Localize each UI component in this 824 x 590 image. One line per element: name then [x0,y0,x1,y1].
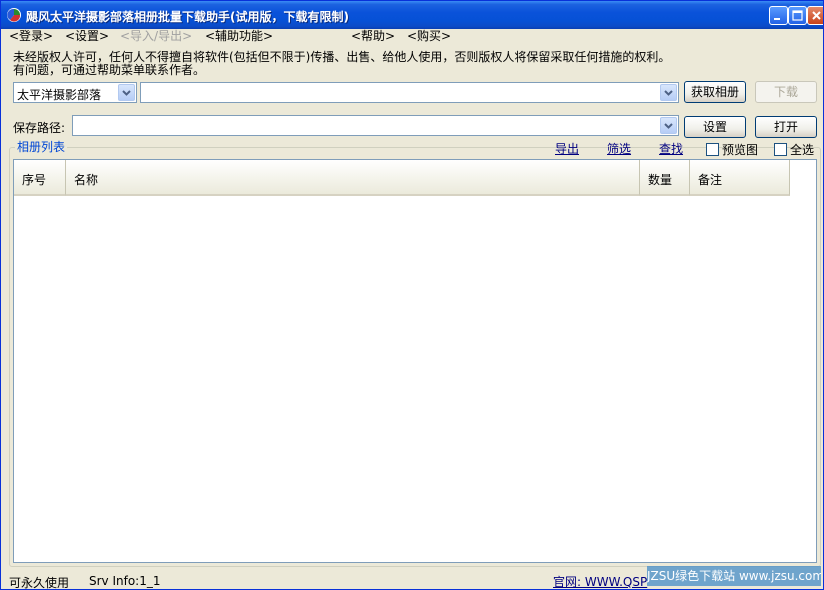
source-site-select[interactable]: 太平洋摄影部落 [13,82,137,103]
column-header-count[interactable]: 数量 [640,160,690,196]
help-notice: 有问题，可通过帮助菜单联系作者。 [13,63,206,77]
chevron-down-icon [664,90,673,96]
fetch-albums-button[interactable]: 获取相册 [684,81,746,103]
save-path-combo[interactable] [72,115,679,136]
maximize-button[interactable] [788,6,807,25]
menu-settings[interactable]: <设置> [65,29,109,43]
menu-login[interactable]: <登录> [9,29,53,43]
menu-import-export[interactable]: <导入/导出> [120,29,192,43]
column-header-index[interactable]: 序号 [14,160,66,196]
minimize-icon [774,18,780,20]
license-status: 可永久使用 [9,576,70,590]
title-bar[interactable]: 飓风太平洋摄影部落相册批量下载助手(试用版，下载有限制) [1,1,823,29]
maximize-icon [792,10,803,21]
close-icon [812,11,821,20]
find-link[interactable]: 查找 [659,140,683,157]
app-window: 飓风太平洋摄影部落相册批量下载助手(试用版，下载有限制) <登录> <设置> <… [0,0,824,590]
select-all-checkbox[interactable]: 全选 [774,141,814,158]
column-header-remark[interactable]: 备注 [690,160,790,196]
preview-checkbox-label: 预览图 [722,143,759,157]
album-url-dropdown-button[interactable] [660,84,677,101]
close-button[interactable] [807,6,823,25]
site-watermark: JZSU绿色下载站 www.jzsu.com [647,566,821,586]
save-path-dropdown-button[interactable] [660,117,677,134]
album-list-header: 序号 名称 数量 备注 [14,160,790,196]
open-folder-button[interactable]: 打开 [755,116,817,138]
minimize-button[interactable] [769,6,788,25]
select-all-checkbox-label: 全选 [790,143,815,157]
album-list-view[interactable]: 序号 名称 数量 备注 [13,159,817,563]
menu-bar: <登录> <设置> <导入/导出> <辅助功能> <帮助> <购买> [1,29,823,47]
filter-link[interactable]: 筛选 [607,140,631,157]
export-link[interactable]: 导出 [555,140,579,157]
source-site-dropdown-button[interactable] [118,84,135,101]
set-path-button[interactable]: 设置 [684,116,746,138]
column-header-name[interactable]: 名称 [66,160,640,196]
menu-tools[interactable]: <辅助功能> [205,29,273,43]
server-info: Srv Info:1_1 [89,574,161,588]
website-link[interactable]: 官网: WWW.QSP [553,573,647,589]
save-path-label: 保存路径: [13,121,66,135]
preview-checkbox-box[interactable] [706,143,719,156]
app-icon [7,8,21,22]
chevron-down-icon [122,90,131,96]
chevron-down-icon [664,123,673,129]
album-list-title: 相册列表 [15,138,68,155]
window-title: 飓风太平洋摄影部落相册批量下载助手(试用版，下载有限制) [26,10,349,24]
download-button[interactable]: 下载 [755,81,817,103]
menu-buy[interactable]: <购买> [407,29,451,43]
select-all-checkbox-box[interactable] [774,143,787,156]
menu-help[interactable]: <帮助> [351,29,395,43]
album-url-combo[interactable] [140,82,679,103]
source-site-value: 太平洋摄影部落 [17,88,102,102]
preview-checkbox[interactable]: 预览图 [706,141,758,158]
